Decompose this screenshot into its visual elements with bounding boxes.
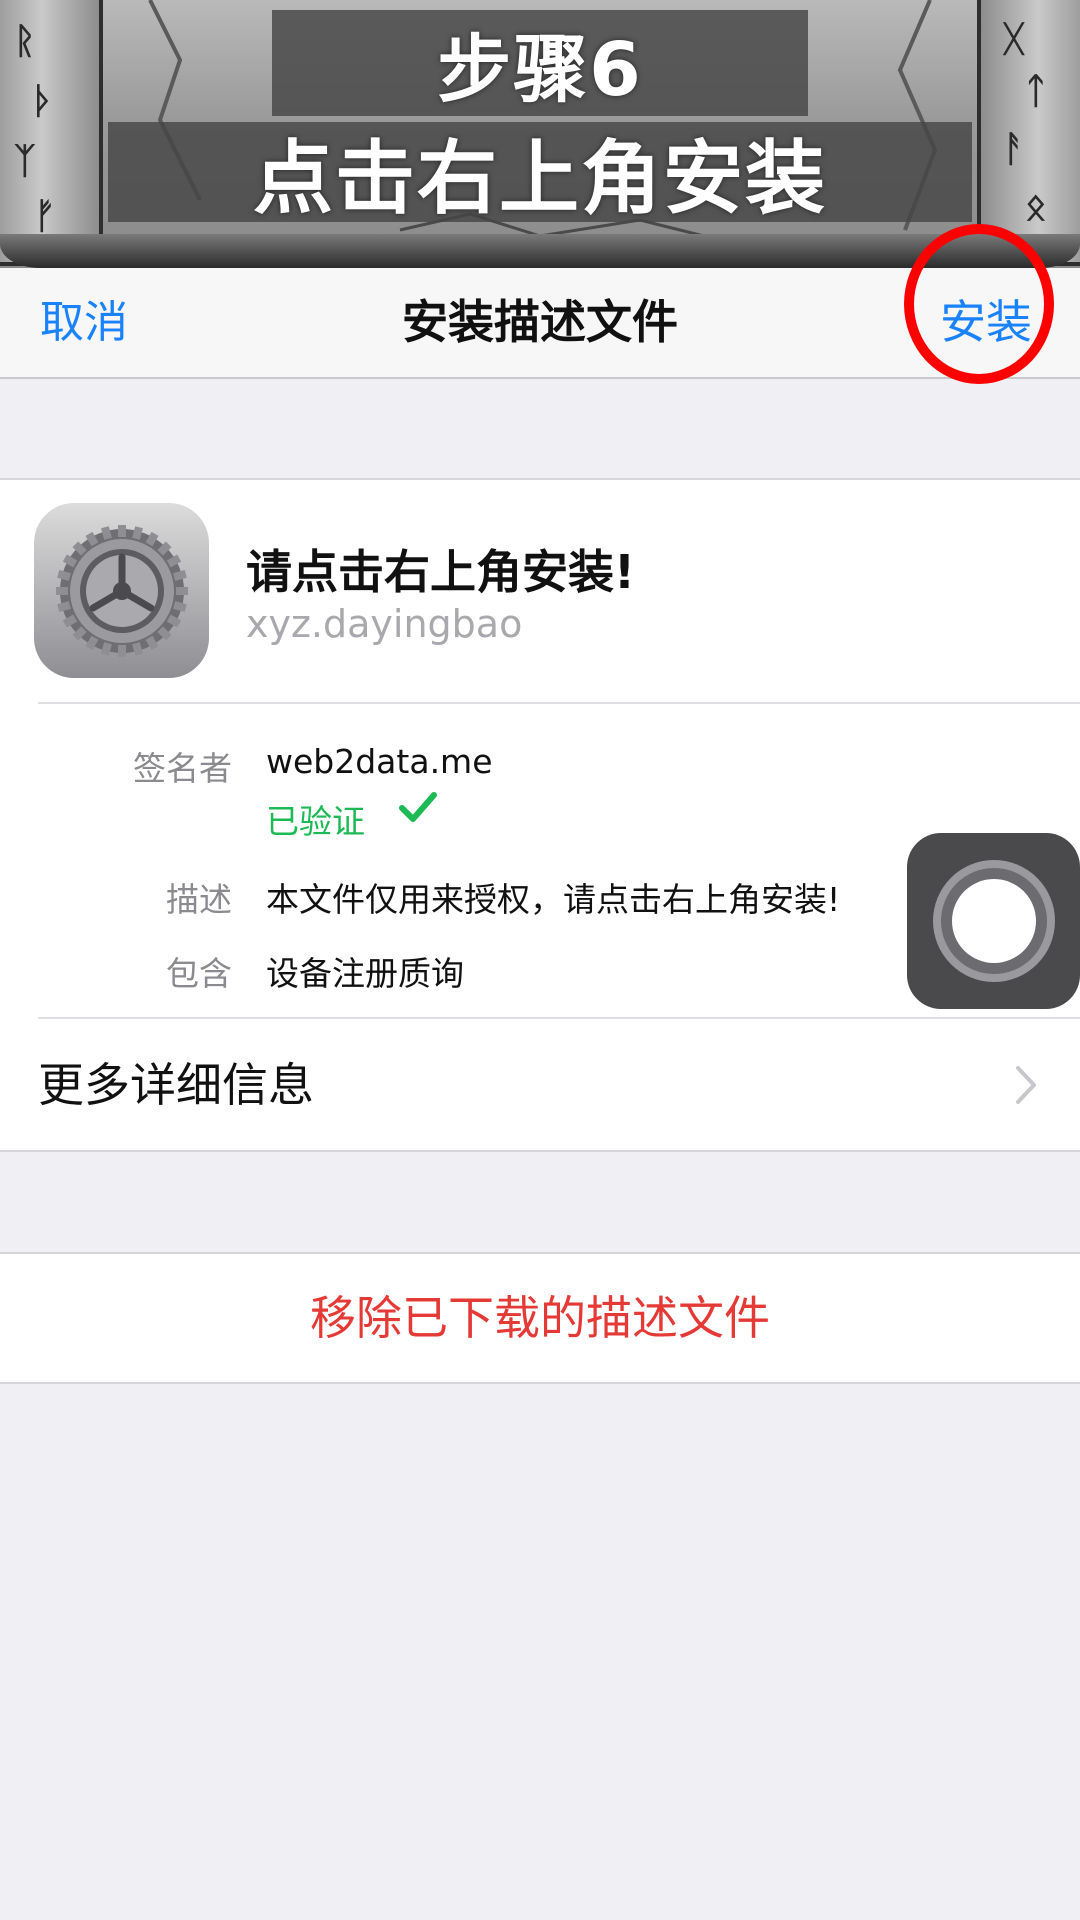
- signer-label: 签名者: [133, 749, 232, 788]
- profile-card: 请点击右上角安装! xyz.dayingbao 签名者 web2data.me …: [0, 478, 1080, 1152]
- chevron-right-icon: [1016, 1066, 1036, 1104]
- settings-gear-icon: [34, 503, 209, 678]
- profile-name: 请点击右上角安装!: [246, 545, 635, 599]
- cancel-button[interactable]: 取消: [40, 268, 128, 377]
- more-details-row[interactable]: 更多详细信息: [38, 1020, 1080, 1150]
- contains-label: 包含: [166, 954, 232, 993]
- navigation-bar: 安装描述文件 取消 安装: [0, 268, 1080, 379]
- contains-value: 设备注册质询: [266, 954, 464, 993]
- install-button[interactable]: 安装: [940, 268, 1032, 377]
- verified-status: 已验证: [266, 802, 365, 841]
- checkmark-icon: [399, 792, 437, 822]
- description-value: 本文件仅用来授权，请点击右上角安装!: [266, 880, 841, 919]
- assistive-touch-button[interactable]: [907, 833, 1080, 1009]
- step-title: 步骤6: [272, 10, 808, 116]
- description-label: 描述: [166, 880, 232, 919]
- stone-ledge: [0, 234, 1080, 268]
- step-instruction: 点击右上角安装: [108, 122, 972, 225]
- tutorial-banner: ᚱ ᚦ ᛉ ᚠ ᚷ ᛏ ᚨ ᛟ 步骤6 点击右上角安装: [0, 0, 1080, 268]
- divider: [38, 702, 1080, 704]
- signer-value: web2data.me: [266, 742, 493, 781]
- remove-profile-button[interactable]: 移除已下载的描述文件: [0, 1252, 1080, 1384]
- divider: [38, 1017, 1080, 1019]
- profile-identifier: xyz.dayingbao: [246, 602, 523, 646]
- nav-title: 安装描述文件: [402, 295, 678, 349]
